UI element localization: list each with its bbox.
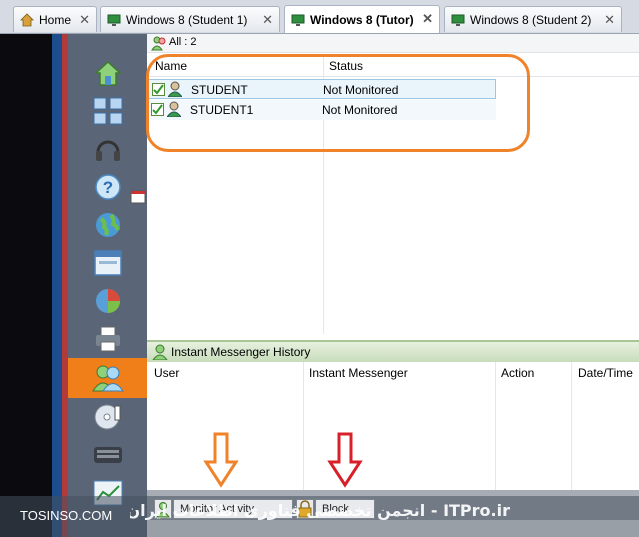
sidebar-item-home[interactable] <box>68 54 147 92</box>
column-header-user[interactable]: User <box>154 366 179 380</box>
im-history-columns: User Instant Messenger Action Date/Time <box>147 362 639 385</box>
im-history-title: Instant Messenger History <box>171 345 311 359</box>
disc-icon <box>94 404 120 430</box>
tab-label: Home <box>39 12 72 27</box>
sidebar-item-media[interactable] <box>68 398 147 436</box>
orange-arrow-annotation <box>203 432 239 488</box>
user-icon <box>152 344 168 360</box>
sidebar-item-printing[interactable] <box>68 320 147 358</box>
column-divider <box>495 362 496 490</box>
watermark-left: TOSINSO.COM <box>20 508 113 523</box>
monitor-icon <box>451 14 465 26</box>
tab-tutor[interactable]: Windows 8 (Tutor) ✕ <box>284 5 440 33</box>
home-icon <box>20 12 34 26</box>
close-icon[interactable]: ✕ <box>79 12 90 28</box>
column-header-action[interactable]: Action <box>501 366 534 380</box>
group-filter-label: All : 2 <box>169 36 197 48</box>
close-icon[interactable]: ✕ <box>422 11 433 27</box>
globe-icon <box>95 213 120 237</box>
group-icon <box>151 36 166 51</box>
svg-text:?: ? <box>102 178 112 197</box>
close-icon[interactable]: ✕ <box>262 12 273 28</box>
column-divider <box>303 362 304 490</box>
tab-student2[interactable]: Windows 8 (Student 2) ✕ <box>444 6 622 32</box>
sidebar-item-applications[interactable] <box>68 244 147 282</box>
sidebar-item-keyboard[interactable] <box>68 436 147 474</box>
tab-home[interactable]: Home ✕ <box>13 6 97 32</box>
pie-chart-icon <box>95 289 120 313</box>
sidebar-item-users[interactable] <box>68 358 147 398</box>
keyboard-icon <box>93 447 122 463</box>
tab-label: Windows 8 (Student 2) <box>470 12 592 27</box>
help-icon: ? <box>94 174 121 200</box>
sidebar: ? <box>68 34 147 537</box>
column-header-messenger[interactable]: Instant Messenger <box>309 366 408 380</box>
sidebar-item-reports[interactable] <box>68 282 147 320</box>
window-icon <box>93 250 122 276</box>
printer-icon <box>95 326 120 352</box>
monitor-icon <box>107 14 121 26</box>
sidebar-item-thumbnails[interactable] <box>68 92 147 130</box>
headphones-icon <box>95 140 120 161</box>
sidebar-item-internet[interactable] <box>68 206 147 244</box>
tab-label: Windows 8 (Student 1) <box>126 12 248 27</box>
home-icon <box>93 60 122 86</box>
column-divider <box>571 362 572 490</box>
users-icon <box>91 365 124 392</box>
desktop-wallpaper-edge <box>52 34 62 537</box>
close-icon[interactable]: ✕ <box>604 12 615 28</box>
highlight-annotation <box>146 54 530 152</box>
tab-label: Windows 8 (Tutor) <box>310 12 414 27</box>
watermark-right: ITPro.ir - انجمن تخصصی فناوری اطلاعات ای… <box>130 501 510 520</box>
column-header-datetime[interactable]: Date/Time <box>578 366 633 380</box>
tab-student1[interactable]: Windows 8 (Student 1) ✕ <box>100 6 280 32</box>
sidebar-item-audio[interactable] <box>68 130 147 168</box>
calendar-icon <box>130 190 146 204</box>
group-filter-bar[interactable]: All : 2 <box>147 34 639 53</box>
grid-view-icon <box>93 97 122 125</box>
monitor-icon <box>291 14 305 26</box>
red-arrow-annotation <box>327 432 363 488</box>
im-history-header: Instant Messenger History <box>147 340 639 362</box>
